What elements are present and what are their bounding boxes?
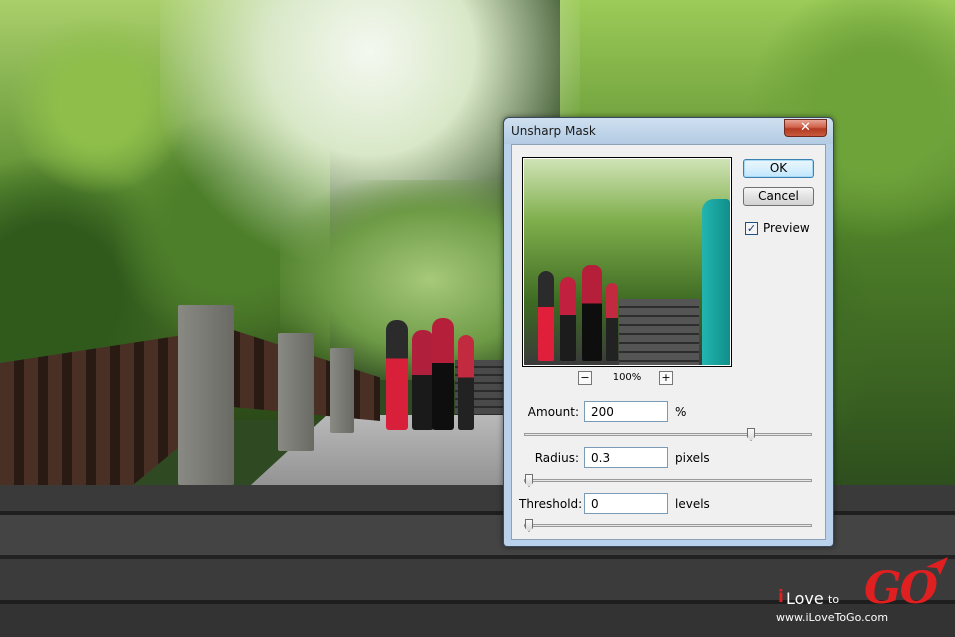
radius-slider[interactable] [524,474,812,487]
paper-plane-icon [926,557,948,575]
logo-to: to [828,593,840,606]
threshold-slider[interactable] [524,519,812,532]
logo-url: www.iLoveToGo.com [776,611,889,624]
close-button[interactable]: ✕ [784,119,827,137]
radius-input[interactable] [584,447,668,468]
walking-people [380,315,480,430]
railing-post [278,333,314,451]
iLoveToGo-logo: i Love to GO www.iLoveToGo.com [776,557,951,627]
preview-stairs [619,299,699,365]
railing-post [330,348,354,433]
threshold-unit: levels [675,497,710,511]
person [386,320,408,430]
amount-slider[interactable] [524,428,812,441]
ok-button[interactable]: OK [743,159,814,178]
cancel-button[interactable]: Cancel [743,187,814,206]
preview-person [582,265,602,361]
radius-unit: pixels [675,451,710,465]
preview-person [560,277,576,361]
amount-slider-thumb[interactable] [747,428,755,441]
close-icon: ✕ [800,120,811,135]
preview-raincoat [702,199,730,365]
preview-window[interactable] [522,157,732,367]
logo-love: Love [786,589,824,608]
person [412,330,434,430]
threshold-slider-thumb[interactable] [525,519,533,532]
amount-input[interactable] [584,401,668,422]
zoom-controls: − 100% + [522,371,732,387]
amount-unit: % [675,405,687,419]
person [432,318,454,430]
preview-label: Preview [763,221,810,235]
radius-slider-thumb[interactable] [525,474,533,487]
unsharp-mask-dialog: Unsharp Mask ✕ − 100% + OK Cancel ✓ Prev… [503,117,834,547]
preview-image[interactable] [524,159,730,365]
logo-i: i [778,587,784,607]
amount-label: Amount: [527,405,579,419]
dialog-titlebar[interactable]: Unsharp Mask ✕ [504,118,833,144]
preview-person [538,271,554,361]
threshold-label: Threshold: [519,497,583,511]
dialog-title: Unsharp Mask [511,124,596,138]
railing-post [178,305,234,485]
preview-person [606,283,618,361]
zoom-level: 100% [612,372,642,383]
threshold-input[interactable] [584,493,668,514]
person [458,335,474,430]
zoom-in-button[interactable]: + [659,371,673,385]
preview-checkbox[interactable]: ✓ [745,222,758,235]
radius-label: Radius: [534,451,579,465]
dialog-body: − 100% + OK Cancel ✓ Preview Amount: % R… [511,144,826,540]
